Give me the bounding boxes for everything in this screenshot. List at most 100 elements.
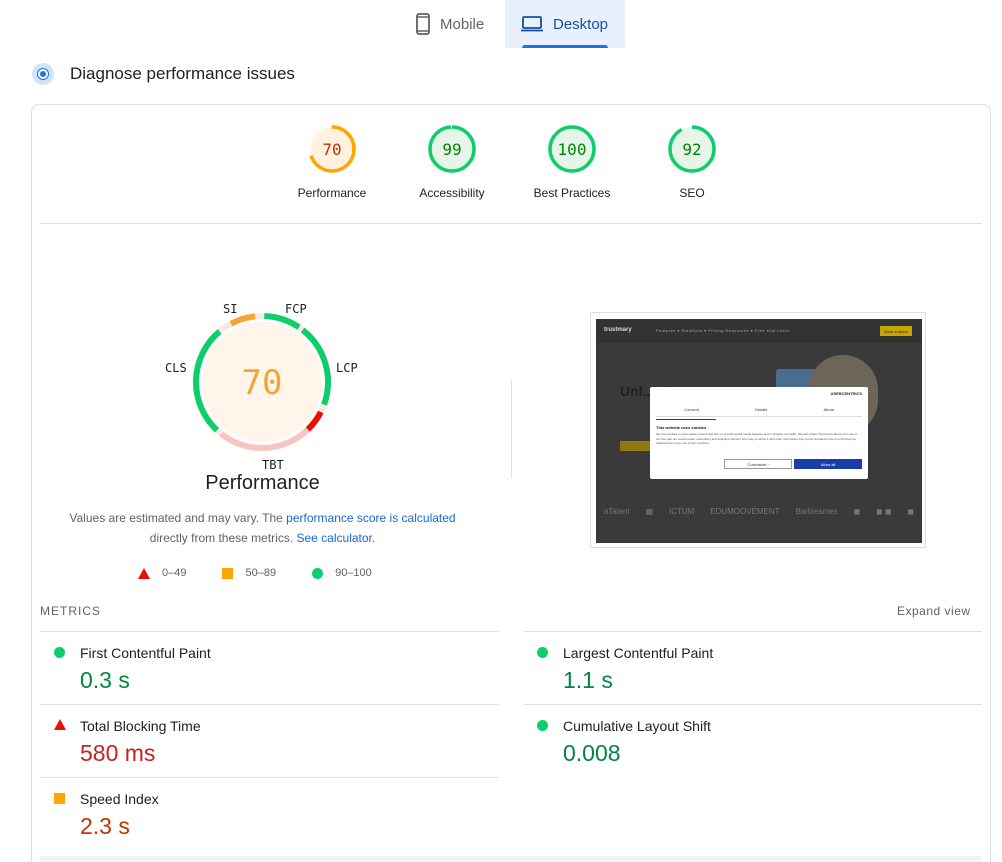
score-gauge[interactable]: 70 Performance [272, 124, 392, 206]
shot-client-logo: aTalent [603, 507, 630, 516]
shot-modal-heading: This website uses cookies [656, 425, 707, 430]
gauge-label-tbt: TBT [262, 458, 284, 472]
diagnose-icon [32, 63, 54, 85]
average-square-icon [54, 793, 65, 804]
shot-modal-tab-underline [656, 419, 716, 420]
score-gauge[interactable]: 99 Accessibility [392, 124, 512, 206]
score-legend: 0–49 50–89 90–100 [138, 567, 408, 579]
shot-modal-text: We use cookies to personalise content an… [656, 432, 857, 445]
score-label: Accessibility [419, 186, 485, 200]
screenshot-image: trustmary Features ▾ Solutions ▾ Pricing… [596, 319, 922, 543]
metric-name: Largest Contentful Paint [563, 645, 714, 661]
bottom-strip [40, 856, 982, 862]
divider [40, 223, 982, 224]
score-value: 70 [322, 139, 342, 159]
performance-title: Performance [205, 472, 320, 494]
score-gauge[interactable]: 100 Best Practices [512, 124, 632, 206]
square-icon [222, 567, 234, 579]
shot-client-logo: ◼ [853, 507, 861, 516]
score-ring: 99 [427, 124, 477, 174]
metric-name: Cumulative Layout Shift [563, 718, 711, 734]
tab-mobile[interactable]: Mobile [404, 0, 505, 48]
shot-logo: trustmary [604, 327, 632, 333]
fail-triangle-icon [54, 719, 66, 730]
diagnose-header: Diagnose performance issues [32, 63, 295, 85]
metric-item: First Contentful Paint 0.3 s [40, 632, 480, 704]
gauge-label-si: SI [223, 302, 238, 316]
smartphone-icon [416, 13, 430, 35]
shot-modal-tab: Details [755, 407, 768, 412]
shot-nav-button: Book a demo [880, 326, 912, 336]
shot-client-logo: Barbiesmes [795, 507, 838, 516]
metrics-header: METRICS [40, 604, 101, 618]
legend-pass-label: 90–100 [335, 567, 372, 579]
shot-nav-links: Features ▾ Solutions ▾ Pricing Resources… [656, 328, 790, 333]
metric-item: Total Blocking Time 580 ms [40, 705, 480, 777]
shot-client-logo: EDUMOOVEMENT [710, 507, 780, 516]
metric-value: 0.008 [563, 740, 621, 766]
note-text-1: Values are estimated and may vary. The [69, 511, 287, 525]
shot-modal-allow: Allow all [794, 459, 862, 469]
pass-circle-icon [537, 720, 548, 731]
score-label: Best Practices [533, 186, 611, 200]
shot-cookie-modal: USERCENTRICS Consent Details About This … [650, 387, 868, 479]
metric-value: 0.3 s [80, 667, 130, 693]
triangle-icon [138, 567, 150, 579]
score-gauges: 70 Performance 99 Accessibility 100 Best Prac… [272, 124, 752, 206]
shot-modal-tab: Consent [684, 407, 699, 412]
score-label: Performance [297, 186, 367, 200]
gauge-label-cls: CLS [165, 361, 187, 375]
metric-value: 580 ms [80, 740, 156, 766]
score-label: SEO [679, 186, 705, 200]
metric-value: 1.1 s [563, 667, 613, 693]
legend-average: 50–89 [222, 567, 276, 579]
shot-modal-brand: USERCENTRICS [830, 391, 862, 396]
score-calculated-link[interactable]: performance score is calculated [286, 511, 455, 525]
see-calculator-link[interactable]: See calculator. [297, 531, 376, 545]
metric-name: Speed Index [80, 791, 159, 807]
gauge-label-fcp: FCP [285, 302, 307, 316]
shot-client-logo: ICTUM [669, 507, 695, 516]
pass-circle-icon [537, 647, 548, 658]
metric-name: First Contentful Paint [80, 645, 211, 661]
shot-client-logo: ▦ [645, 507, 654, 516]
score-ring: 100 [547, 124, 597, 174]
metric-value: 2.3 s [80, 813, 130, 839]
device-tabs: Mobile Desktop [404, 0, 625, 48]
shot-client-logo: ◼ [907, 507, 915, 516]
tab-desktop-label: Desktop [553, 15, 609, 33]
score-ring: 70 [307, 124, 357, 174]
legend-fail-label: 0–49 [162, 567, 187, 579]
expand-view-button[interactable]: Expand view [897, 604, 971, 618]
legend-pass: 90–100 [312, 567, 372, 579]
score-value: 99 [442, 139, 462, 159]
circle-icon [312, 567, 324, 579]
tab-desktop[interactable]: Desktop [505, 0, 625, 48]
note-text-2: directly from these metrics. [149, 531, 294, 545]
score-ring: 92 [667, 124, 717, 174]
shot-modal-customize: Customize › [724, 459, 792, 469]
laptop-icon [521, 16, 543, 32]
tab-mobile-label: Mobile [440, 15, 485, 33]
legend-average-label: 50–89 [245, 567, 277, 579]
shot-logo-strip: aTalent ▦ ICTUM EDUMOOVEMENT Barbiesmes ◼ ◼ ◼ ◼ [596, 507, 922, 516]
score-value: 100 [557, 139, 587, 159]
vertical-divider [511, 380, 512, 478]
gauge-segment-si [229, 313, 256, 327]
shot-modal-tab: About [823, 407, 834, 412]
shot-modal-tabs: Consent Details About [656, 407, 862, 417]
pass-circle-icon [54, 647, 65, 658]
metric-item: Cumulative Layout Shift 0.008 [523, 705, 963, 777]
estimate-note: Values are estimated and may vary. The p… [60, 508, 465, 548]
page-screenshot[interactable]: trustmary Features ▾ Solutions ▾ Pricing… [590, 312, 926, 548]
metric-name: Total Blocking Time [80, 718, 201, 734]
performance-gauge: 70 SI FCP LCP TBT CLS [160, 298, 365, 498]
metric-item: Largest Contentful Paint 1.1 s [523, 632, 963, 704]
gauge-label-lcp: LCP [336, 361, 358, 375]
score-gauge[interactable]: 92 SEO [632, 124, 752, 206]
gauge-score: 70 [242, 363, 283, 403]
score-value: 92 [682, 139, 702, 159]
metric-item: Speed Index 2.3 s [40, 778, 480, 850]
shot-client-logo: ◼ ◼ [876, 507, 892, 516]
legend-fail: 0–49 [138, 567, 186, 579]
